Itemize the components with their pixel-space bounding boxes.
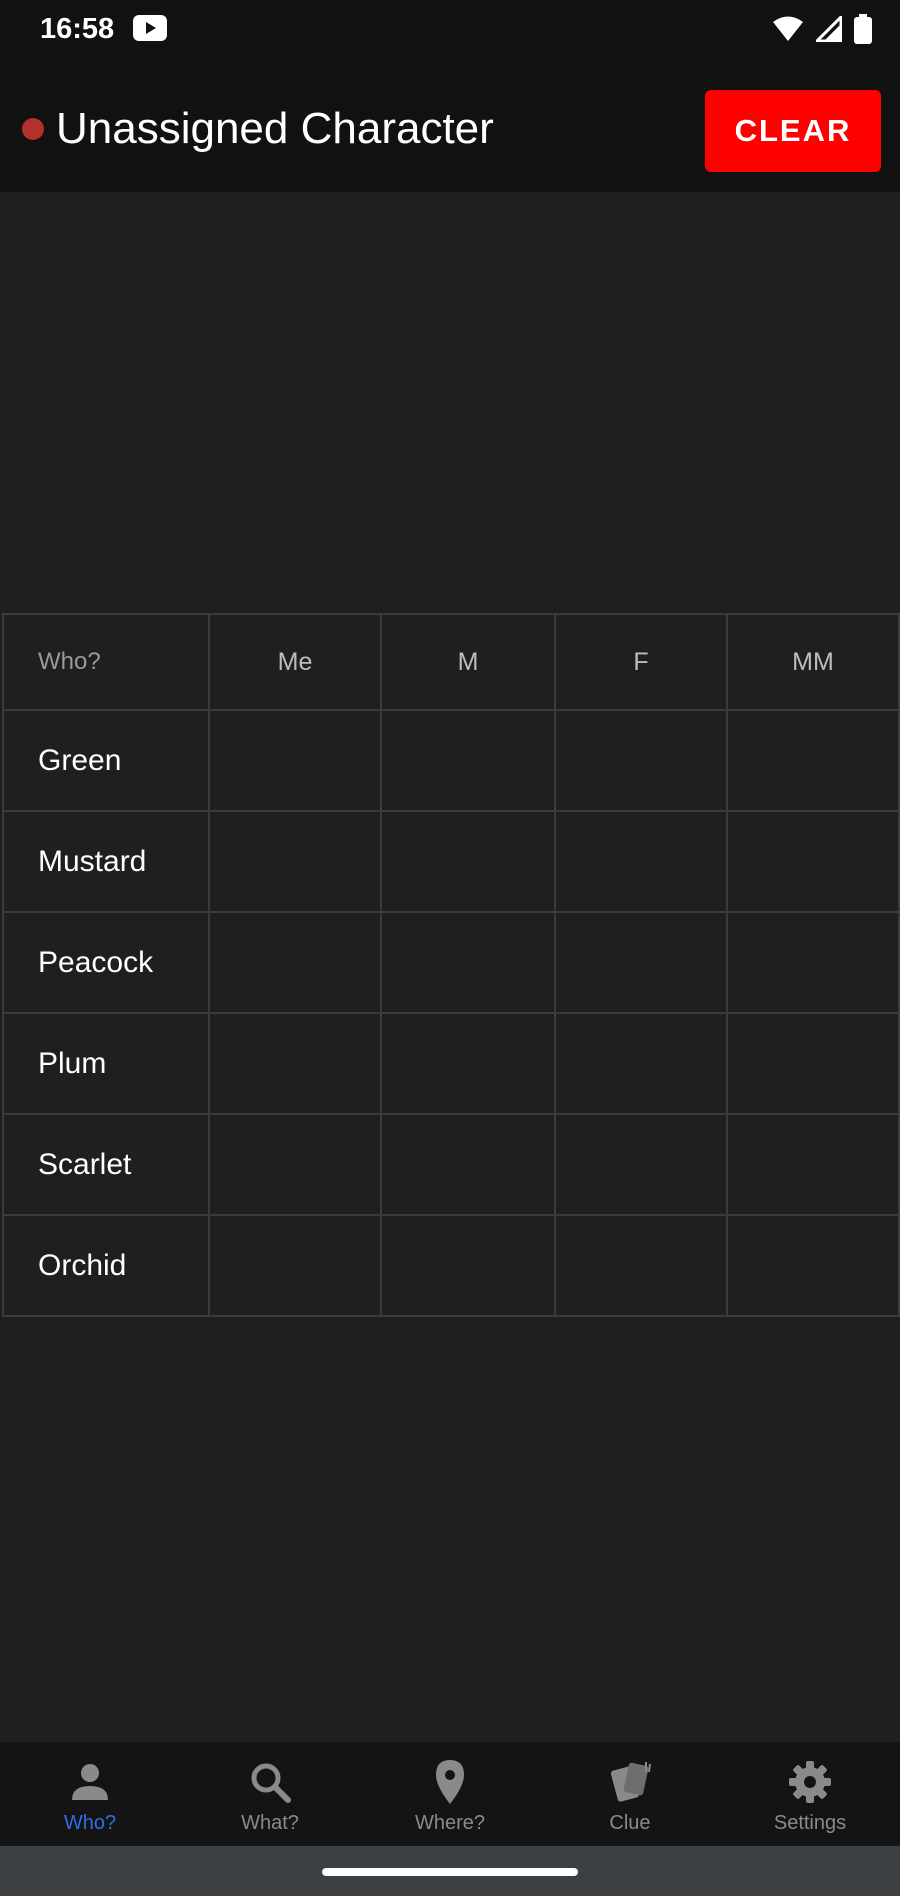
nav-item-settings[interactable]: Settings bbox=[720, 1742, 900, 1846]
table-row: Plum bbox=[2, 1012, 900, 1115]
status-time: 16:58 bbox=[40, 13, 115, 45]
grid-cell[interactable] bbox=[380, 709, 556, 812]
grid-cell[interactable] bbox=[554, 1113, 728, 1216]
app-bar: Unassigned Character CLEAR bbox=[0, 62, 900, 192]
grid-cell[interactable] bbox=[380, 911, 556, 1014]
header-m: M bbox=[380, 613, 556, 711]
table-row: Green bbox=[2, 709, 900, 812]
grid-cell[interactable] bbox=[726, 1012, 900, 1115]
search-icon bbox=[251, 1763, 291, 1803]
cards-icon bbox=[610, 1762, 651, 1802]
grid-cell[interactable] bbox=[726, 810, 900, 913]
suspect-name: Mustard bbox=[2, 810, 210, 913]
header-me: Me bbox=[208, 613, 382, 711]
grid-cell[interactable] bbox=[726, 911, 900, 1014]
nav-label: Settings bbox=[773, 1812, 847, 1834]
wifi-icon bbox=[773, 16, 803, 41]
header-f: F bbox=[554, 613, 728, 711]
person-icon bbox=[72, 1764, 108, 1800]
grid-cell[interactable] bbox=[380, 1012, 556, 1115]
grid-cell[interactable] bbox=[380, 1113, 556, 1216]
nav-item-clue[interactable]: Clue bbox=[540, 1742, 720, 1846]
suspect-name: Green bbox=[2, 709, 210, 812]
grid-cell[interactable] bbox=[726, 1214, 900, 1317]
status-bar: 16:58 bbox=[0, 0, 900, 62]
table-row: Mustard bbox=[2, 810, 900, 913]
table-row: Scarlet bbox=[2, 1113, 900, 1216]
grid-cell[interactable] bbox=[208, 1113, 382, 1216]
grid-header-row: Who? Me M F MM bbox=[2, 613, 900, 711]
grid-cell[interactable] bbox=[380, 810, 556, 913]
bottom-nav: Who? What? Where? Clue Settings bbox=[0, 1742, 900, 1846]
who-grid: Who? Me M F MM Green Mustard Peacock Plu… bbox=[2, 613, 900, 1317]
table-row: Peacock bbox=[2, 911, 900, 1014]
grid-cell[interactable] bbox=[208, 810, 382, 913]
nav-label: Clue bbox=[609, 1812, 651, 1834]
grid-cell[interactable] bbox=[726, 1113, 900, 1216]
cell-signal-icon bbox=[816, 16, 842, 42]
suspect-name: Scarlet bbox=[2, 1113, 210, 1216]
grid-cell[interactable] bbox=[554, 810, 728, 913]
nav-label: What? bbox=[241, 1812, 299, 1834]
header-mm: MM bbox=[726, 613, 900, 711]
grid-cell[interactable] bbox=[208, 709, 382, 812]
grid-cell[interactable] bbox=[208, 911, 382, 1014]
grid-cell[interactable] bbox=[208, 1012, 382, 1115]
nav-label: Where? bbox=[414, 1812, 486, 1834]
clear-button[interactable]: CLEAR bbox=[705, 90, 881, 172]
location-pin-icon bbox=[436, 1760, 464, 1804]
suspect-name: Plum bbox=[2, 1012, 210, 1115]
grid-cell[interactable] bbox=[380, 1214, 556, 1317]
nav-item-who[interactable]: Who? bbox=[0, 1742, 180, 1846]
nav-label: Who? bbox=[63, 1812, 117, 1834]
suspect-name: Orchid bbox=[2, 1214, 210, 1317]
header-who: Who? bbox=[2, 613, 210, 711]
character-status-dot bbox=[22, 118, 44, 140]
grid-cell[interactable] bbox=[726, 709, 900, 812]
table-row: Orchid bbox=[2, 1214, 900, 1317]
grid-cell[interactable] bbox=[554, 1012, 728, 1115]
youtube-notification-icon bbox=[133, 15, 167, 41]
system-nav-bar bbox=[0, 1846, 900, 1896]
gear-icon bbox=[789, 1761, 831, 1803]
nav-item-what[interactable]: What? bbox=[180, 1742, 360, 1846]
nav-item-where[interactable]: Where? bbox=[360, 1742, 540, 1846]
page-title: Unassigned Character bbox=[56, 104, 494, 153]
grid-cell[interactable] bbox=[554, 1214, 728, 1317]
grid-cell[interactable] bbox=[554, 709, 728, 812]
grid-cell[interactable] bbox=[554, 911, 728, 1014]
suspect-name: Peacock bbox=[2, 911, 210, 1014]
grid-cell[interactable] bbox=[208, 1214, 382, 1317]
battery-icon bbox=[854, 14, 872, 44]
home-gesture-handle[interactable] bbox=[322, 1868, 578, 1876]
